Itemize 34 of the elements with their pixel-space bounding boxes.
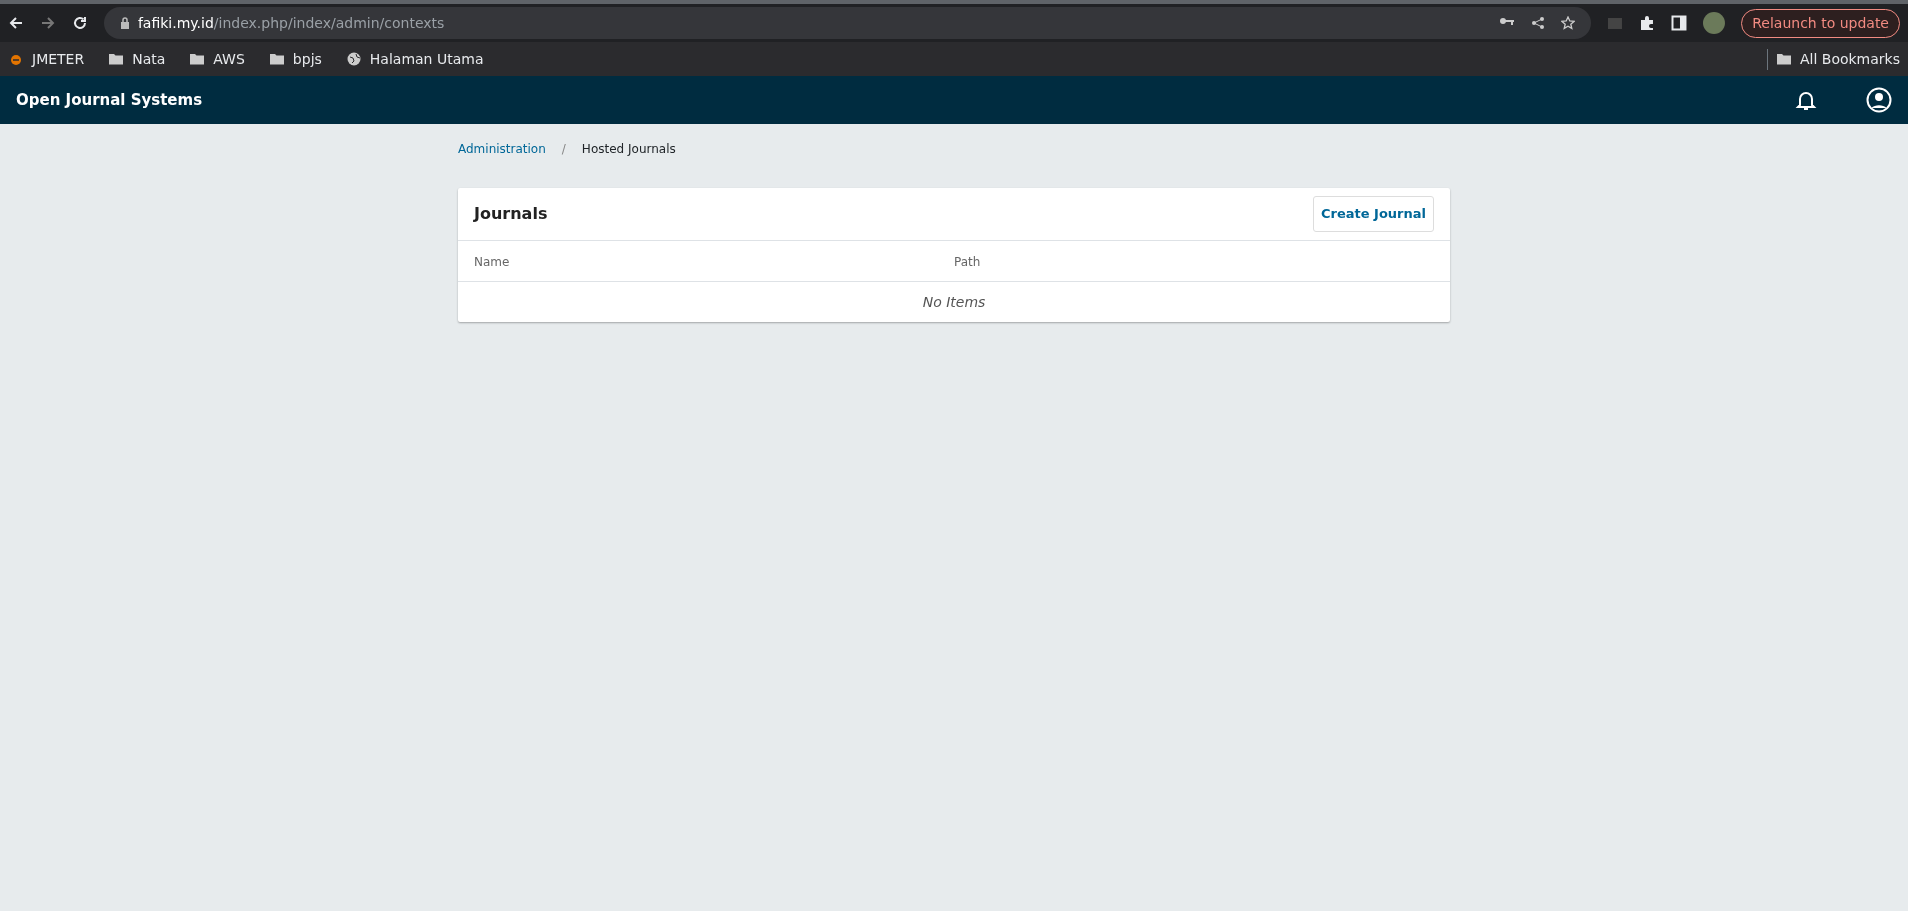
puzzle-icon[interactable] xyxy=(1639,15,1656,31)
bookmark-link[interactable]: JMETER xyxy=(32,48,85,70)
breadcrumb-current: Hosted Journals xyxy=(581,141,676,158)
breadcrumb-link[interactable]: Administration xyxy=(458,140,546,158)
url-text: fafiki.my.id/index.php/index/admin/contexts xyxy=(137,13,445,33)
all-bookmarks-link[interactable]: All Bookmarks xyxy=(1799,48,1900,70)
folder-icon xyxy=(268,51,285,67)
bookmark-link[interactable]: bpjs xyxy=(292,48,322,70)
create-journal-button[interactable]: Create Journal xyxy=(1313,196,1434,232)
panel-title: Journals xyxy=(474,202,548,225)
key-icon[interactable] xyxy=(1499,16,1516,26)
column-header: Name xyxy=(474,254,510,269)
empty-message: No Items xyxy=(922,293,986,310)
forward-icon[interactable] xyxy=(39,15,56,31)
user-profile-icon[interactable] xyxy=(1866,87,1892,113)
folder-icon xyxy=(1775,51,1792,67)
folder-icon xyxy=(189,51,206,67)
bookmark-link[interactable]: AWS xyxy=(213,48,245,70)
side-panel-icon[interactable] xyxy=(1671,15,1688,31)
back-icon[interactable] xyxy=(8,15,24,31)
bookmark-link[interactable]: Nata xyxy=(132,48,166,70)
address-bar[interactable]: fafiki.my.id/index.php/index/admin/contexts xyxy=(103,7,1592,39)
star-icon[interactable] xyxy=(1561,16,1576,30)
breadcrumb-separator: / xyxy=(561,141,566,158)
bookmark-link[interactable]: Halaman Utama xyxy=(369,48,484,70)
share-icon[interactable] xyxy=(1531,16,1546,30)
reload-icon[interactable] xyxy=(71,15,88,31)
site-title: Open Journal Systems xyxy=(16,89,203,111)
globe-icon xyxy=(345,51,362,67)
column-header: Path xyxy=(954,254,981,269)
avatar-icon[interactable] xyxy=(1703,12,1726,34)
relaunch-button[interactable]: Relaunch to update xyxy=(1741,8,1900,38)
lock-icon xyxy=(119,17,130,29)
folder-icon xyxy=(108,51,125,67)
